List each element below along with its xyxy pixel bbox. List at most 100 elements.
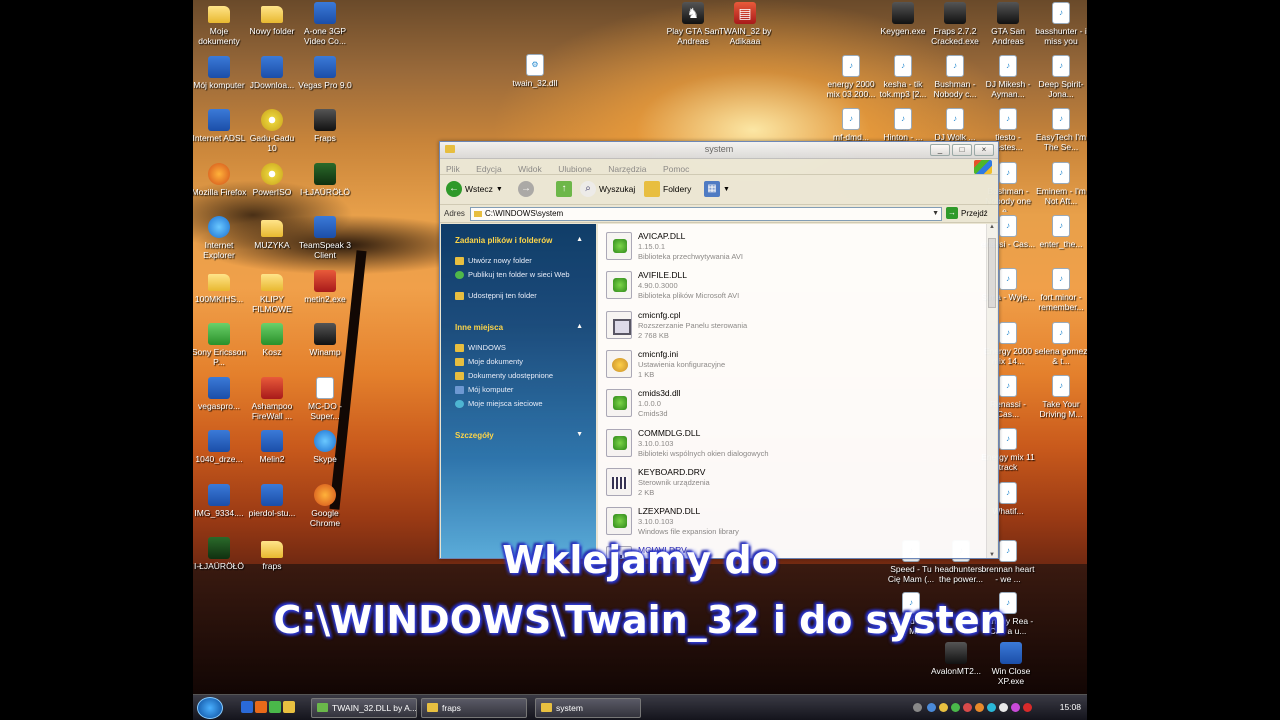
menu-tools[interactable]: Narzędzia — [602, 161, 652, 174]
explorer-window[interactable]: system _ □ × Plik Edycja Widok Ulubione … — [439, 141, 999, 559]
file-item[interactable]: cmicnfg.ini Ustawienia konfiguracyjne 1 KB — [602, 346, 962, 382]
desktop-icon[interactable]: Kosz — [244, 323, 300, 373]
tray-app-icon[interactable] — [951, 703, 960, 712]
up-folder-button[interactable]: ↑ — [556, 181, 572, 197]
maximize-button[interactable]: □ — [952, 144, 972, 156]
close-button[interactable]: × — [974, 144, 994, 156]
desktop-icon[interactable]: GTA San Andreas — [980, 2, 1036, 52]
desktop-icon[interactable]: Fraps — [297, 109, 353, 159]
desktop-icon[interactable]: PowerISO — [244, 162, 300, 213]
vertical-scrollbar[interactable]: ▲ ▼ — [986, 224, 997, 558]
views-button[interactable]: ▦ ▼ — [704, 181, 730, 197]
desktop-icon-twain-dll[interactable]: ⚙ twain_32.dll — [507, 54, 563, 104]
desktop-icon[interactable]: ♪ Bushman - Nobody c... — [927, 55, 983, 105]
desktop-icon[interactable]: ♪ selena gomez & t... — [1033, 322, 1087, 372]
file-item[interactable]: AVICAP.DLL 1.15.0.1 Biblioteka przechwytyw… — [602, 228, 962, 264]
details-section-header[interactable]: Szczegóły ▼ — [455, 431, 583, 440]
desktop-icon[interactable]: JDownloa... — [244, 55, 300, 106]
chevron-down-icon[interactable]: ▼ — [932, 208, 939, 220]
file-item[interactable]: KEYBOARD.DRV Sterownik urządzenia 2 KB — [602, 464, 962, 500]
start-button[interactable] — [197, 697, 223, 719]
desktop-icon[interactable]: ♪ basshunter - i miss you — [1033, 2, 1087, 52]
tray-skype-icon[interactable] — [987, 703, 996, 712]
place-my-documents[interactable]: Moje dokumenty — [455, 357, 587, 366]
desktop-icon[interactable]: I-ŁJAÜRÖŁÖ — [297, 162, 353, 213]
quicklaunch-folder-icon[interactable] — [283, 701, 295, 713]
desktop-icon-play-gta[interactable]: ♞ Play GTA San Andreas — [666, 2, 720, 52]
quicklaunch-chrome-icon[interactable] — [269, 701, 281, 713]
desktop-icon[interactable]: 1040_drze... — [193, 430, 247, 480]
desktop-icon[interactable]: ♪ EasyTech I'm The Se... — [1033, 108, 1087, 158]
desktop-icon[interactable]: vegaspro... — [193, 376, 247, 427]
desktop-icon[interactable]: AvalonMT2... — [928, 642, 984, 692]
desktop-icon[interactable]: ♪ enter_the... — [1033, 215, 1087, 265]
desktop-icon[interactable]: Fraps 2.7.2 Cracked.exe — [927, 2, 983, 52]
desktop-icon[interactable]: Ashampoo FireWall ... — [244, 376, 300, 427]
quicklaunch-ie-icon[interactable] — [241, 701, 253, 713]
file-item[interactable]: LZEXPAND.DLL 3.10.0.103 Windows file expan… — [602, 503, 962, 539]
taskbar-button-fraps[interactable]: fraps — [421, 698, 527, 718]
place-windows[interactable]: WINDOWS — [455, 343, 587, 352]
desktop-icon[interactable]: Gadu-Gadu 10 — [244, 109, 300, 159]
desktop-icon[interactable]: Sony Ericsson P... — [193, 323, 247, 373]
desktop-icon[interactable]: ♪ kesha - tik tok.mp3 [2... — [875, 55, 931, 105]
desktop-icon[interactable]: IMG_9334.... — [193, 483, 247, 534]
task-new-folder[interactable]: Utwórz nowy folder — [455, 256, 587, 265]
desktop-icon[interactable]: Internet Explorer — [193, 216, 247, 266]
task-publish-web[interactable]: Publikuj ten folder w sieci Web — [455, 270, 587, 279]
tray-lang-icon[interactable] — [1023, 703, 1032, 712]
menu-favorites[interactable]: Ulubione — [552, 161, 598, 174]
scrollbar-thumb[interactable] — [988, 238, 996, 308]
desktop-icon[interactable]: Mój komputer — [193, 55, 247, 106]
desktop-icon[interactable]: KLIPY FILMOWE — [244, 270, 300, 320]
tray-expand-icon[interactable] — [913, 703, 922, 712]
taskbar-button-system[interactable]: system — [535, 698, 641, 718]
window-titlebar[interactable]: system _ □ × — [440, 142, 998, 159]
go-button[interactable]: → Przejdź — [946, 207, 988, 219]
minimize-button[interactable]: _ — [930, 144, 950, 156]
desktop-icon[interactable]: Skype — [297, 430, 353, 480]
desktop-icon[interactable]: ♪ Deep Spirit-Jona... — [1033, 55, 1087, 105]
desktop-icon[interactable]: A-one 3GP Video Co... — [297, 2, 353, 52]
tray-antivirus-icon[interactable] — [963, 703, 972, 712]
quicklaunch-firefox-icon[interactable] — [255, 701, 267, 713]
file-item[interactable]: cmicnfg.cpl Rozszerzanie Panelu sterowani… — [602, 307, 962, 343]
tasks-section-header[interactable]: Zadania plików i folderów ▲ — [455, 236, 583, 245]
desktop-icon[interactable]: ♪ DJ Mikesh - Ayman... — [980, 55, 1036, 105]
desktop-icon[interactable]: pierdol-stu... — [244, 483, 300, 534]
desktop-icon[interactable]: ♪ Take Your Driving M... — [1033, 375, 1087, 425]
desktop-icon[interactable]: ♪ energy 2000 mix 03.200... — [823, 55, 879, 105]
desktop-icon[interactable]: TeamSpeak 3 Client — [297, 216, 353, 266]
desktop-icon[interactable]: MUZYKA — [244, 216, 300, 266]
desktop-icon[interactable]: Vegas Pro 9.0 — [297, 55, 353, 106]
taskbar-button-twain[interactable]: TWAIN_32.DLL by A... — [311, 698, 417, 718]
desktop-icon[interactable]: Google Chrome — [297, 483, 353, 534]
desktop-icon[interactable]: Keygen.exe — [875, 2, 931, 52]
place-my-computer[interactable]: Mój komputer — [455, 385, 587, 394]
desktop-icon[interactable]: Internet ADSL — [193, 109, 247, 159]
file-item[interactable]: COMMDLG.DLL 3.10.0.103 Biblioteki wspólnyc… — [602, 425, 962, 461]
tray-network-icon[interactable] — [927, 703, 936, 712]
file-item[interactable]: AVIFILE.DLL 4.90.0.3000 Biblioteka plików … — [602, 267, 962, 303]
desktop-icon[interactable]: metin2.exe — [297, 269, 353, 320]
place-network[interactable]: Moje miejsca sieciowe — [455, 399, 587, 408]
search-button[interactable]: ⌕ Wyszukaj — [580, 181, 635, 197]
scroll-up-arrow-icon[interactable]: ▲ — [988, 224, 996, 230]
desktop-icon[interactable]: Nowy folder — [244, 2, 300, 52]
place-shared-documents[interactable]: Dokumenty udostępnione — [455, 371, 587, 380]
desktop-icon-twain32-archive[interactable]: ▤ TWAIN_32 by Adikaaa — [718, 2, 772, 52]
folders-button[interactable]: Foldery — [644, 181, 691, 197]
desktop-icon[interactable]: ♪ Eminem - I'm Not Aft... — [1033, 162, 1087, 212]
menu-edit[interactable]: Edycja — [470, 161, 508, 174]
back-button[interactable]: ← Wstecz ▼ — [446, 181, 503, 197]
desktop-icon[interactable]: Winamp — [297, 323, 353, 373]
menu-help[interactable]: Pomoc — [657, 161, 695, 174]
desktop-icon[interactable]: 100MKIHS... — [193, 270, 247, 320]
file-item[interactable]: cmids3d.dll 1.0.0.0 Cmids3d — [602, 385, 962, 421]
tray-app-icon[interactable] — [1011, 703, 1020, 712]
desktop-icon[interactable]: ♪ fort.minor - remember... — [1033, 268, 1087, 318]
task-share-folder[interactable]: Udostępnij ten folder — [455, 291, 587, 300]
address-input[interactable]: C:\WINDOWS\system ▼ — [470, 207, 942, 221]
tray-volume-icon[interactable] — [999, 703, 1008, 712]
desktop-icon[interactable]: Win Close XP.exe — [983, 642, 1039, 692]
